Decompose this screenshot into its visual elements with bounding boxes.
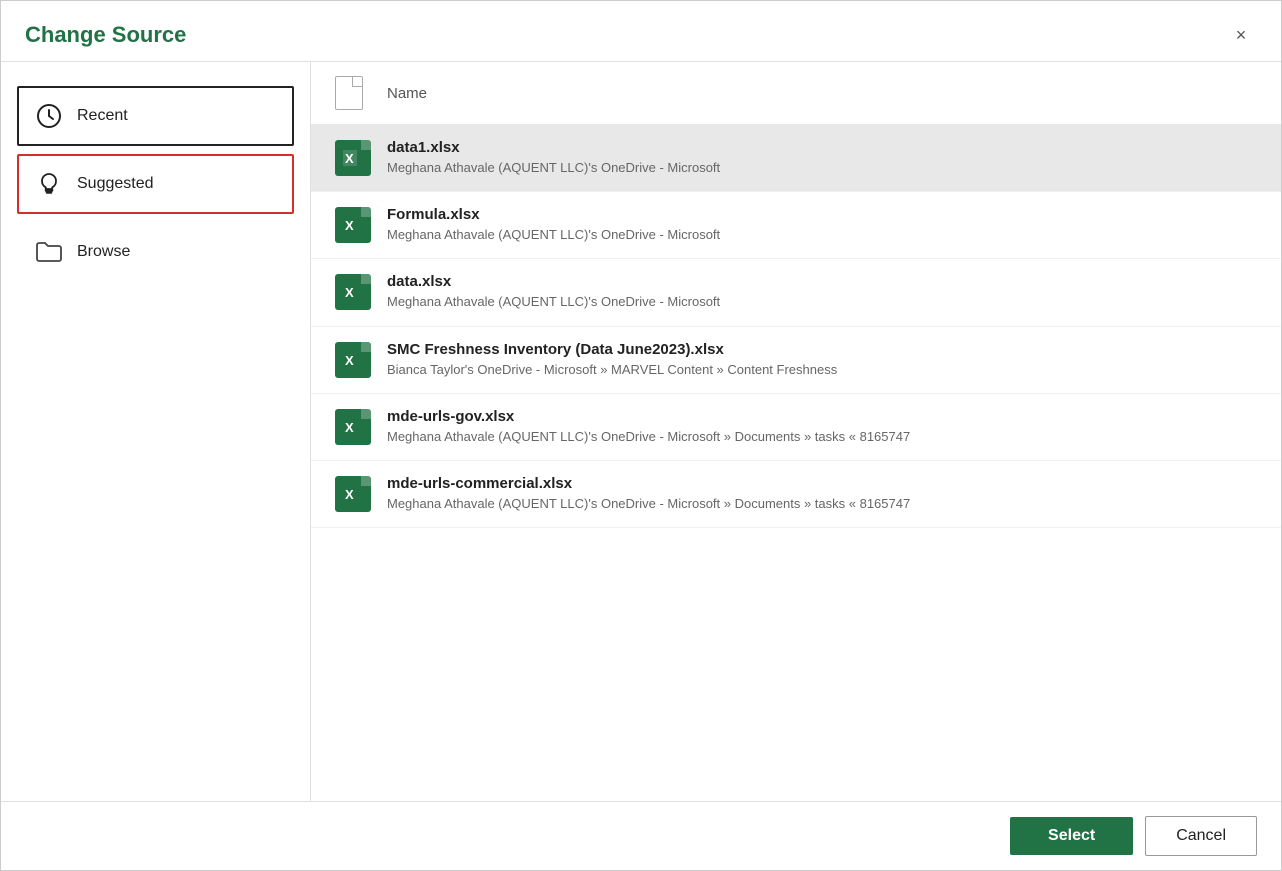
doc-header-icon	[335, 76, 363, 110]
file-row-data1[interactable]: X data1.xlsx Meghana Athavale (AQUENT LL…	[311, 125, 1281, 192]
file-path-smc: Bianca Taylor's OneDrive - Microsoft » M…	[387, 361, 1257, 379]
clock-icon	[35, 102, 63, 130]
excel-icon-smc: X	[335, 342, 371, 378]
file-name-formula: Formula.xlsx	[387, 206, 1257, 223]
file-row-smc[interactable]: X SMC Freshness Inventory (Data June2023…	[311, 327, 1281, 394]
file-info-data1: data1.xlsx Meghana Athavale (AQUENT LLC)…	[387, 139, 1257, 177]
file-path-mde-commercial: Meghana Athavale (AQUENT LLC)'s OneDrive…	[387, 495, 1257, 513]
file-name-data1: data1.xlsx	[387, 139, 1257, 156]
file-row-mde-commercial[interactable]: X mde-urls-commercial.xlsx Meghana Athav…	[311, 461, 1281, 528]
sidebar-item-suggested[interactable]: Suggested	[17, 154, 294, 214]
svg-text:X: X	[345, 420, 354, 435]
file-icon-col-formula: X	[335, 207, 387, 243]
file-path-formula: Meghana Athavale (AQUENT LLC)'s OneDrive…	[387, 226, 1257, 244]
select-button[interactable]: Select	[1010, 817, 1133, 855]
close-button[interactable]: ×	[1225, 19, 1257, 51]
excel-icon-data1: X	[335, 140, 371, 176]
file-name-mde-commercial: mde-urls-commercial.xlsx	[387, 475, 1257, 492]
file-name-mde-gov: mde-urls-gov.xlsx	[387, 408, 1257, 425]
file-row-formula[interactable]: X Formula.xlsx Meghana Athavale (AQUENT …	[311, 192, 1281, 259]
lightbulb-icon	[35, 170, 63, 198]
file-icon-col-data1: X	[335, 140, 387, 176]
excel-icon-data: X	[335, 274, 371, 310]
excel-icon-mde-commercial: X	[335, 476, 371, 512]
sidebar-item-recent[interactable]: Recent	[17, 86, 294, 146]
cancel-button[interactable]: Cancel	[1145, 816, 1257, 856]
file-info-smc: SMC Freshness Inventory (Data June2023).…	[387, 341, 1257, 379]
file-icon-col-mde-gov: X	[335, 409, 387, 445]
file-path-mde-gov: Meghana Athavale (AQUENT LLC)'s OneDrive…	[387, 428, 1257, 446]
sidebar: Recent Suggested Brows	[1, 62, 311, 801]
file-path-data: Meghana Athavale (AQUENT LLC)'s OneDrive…	[387, 293, 1257, 311]
file-row-data[interactable]: X data.xlsx Meghana Athavale (AQUENT LLC…	[311, 259, 1281, 326]
file-info-formula: Formula.xlsx Meghana Athavale (AQUENT LL…	[387, 206, 1257, 244]
header-name-col: Name	[387, 85, 427, 102]
file-icon-col-smc: X	[335, 342, 387, 378]
sidebar-item-browse-label: Browse	[77, 243, 130, 261]
svg-text:X: X	[345, 151, 354, 166]
file-info-mde-commercial: mde-urls-commercial.xlsx Meghana Athaval…	[387, 475, 1257, 513]
file-info-data: data.xlsx Meghana Athavale (AQUENT LLC)'…	[387, 273, 1257, 311]
file-icon-col-mde-commercial: X	[335, 476, 387, 512]
file-info-mde-gov: mde-urls-gov.xlsx Meghana Athavale (AQUE…	[387, 408, 1257, 446]
change-source-dialog: Change Source × Recent	[0, 0, 1282, 871]
svg-text:X: X	[345, 353, 354, 368]
sidebar-item-recent-label: Recent	[77, 107, 128, 125]
file-row-mde-gov[interactable]: X mde-urls-gov.xlsx Meghana Athavale (AQ…	[311, 394, 1281, 461]
sidebar-item-browse[interactable]: Browse	[17, 222, 294, 282]
dialog-footer: Select Cancel	[1, 801, 1281, 870]
svg-text:X: X	[345, 218, 354, 233]
excel-icon-mde-gov: X	[335, 409, 371, 445]
file-path-data1: Meghana Athavale (AQUENT LLC)'s OneDrive…	[387, 159, 1257, 177]
file-list-header: Name	[311, 62, 1281, 125]
file-icon-col-data: X	[335, 274, 387, 310]
sidebar-item-suggested-label: Suggested	[77, 175, 154, 193]
file-name-data: data.xlsx	[387, 273, 1257, 290]
dialog-header: Change Source ×	[1, 1, 1281, 62]
main-content: Name X data1.xlsx Meghana	[311, 62, 1281, 801]
header-icon-col	[335, 76, 387, 110]
dialog-body: Recent Suggested Brows	[1, 62, 1281, 801]
excel-icon-formula: X	[335, 207, 371, 243]
folder-icon	[35, 238, 63, 266]
svg-text:X: X	[345, 285, 354, 300]
svg-text:X: X	[345, 487, 354, 502]
dialog-title: Change Source	[25, 22, 186, 48]
file-name-smc: SMC Freshness Inventory (Data June2023).…	[387, 341, 1257, 358]
file-list-container[interactable]: Name X data1.xlsx Meghana	[311, 62, 1281, 801]
